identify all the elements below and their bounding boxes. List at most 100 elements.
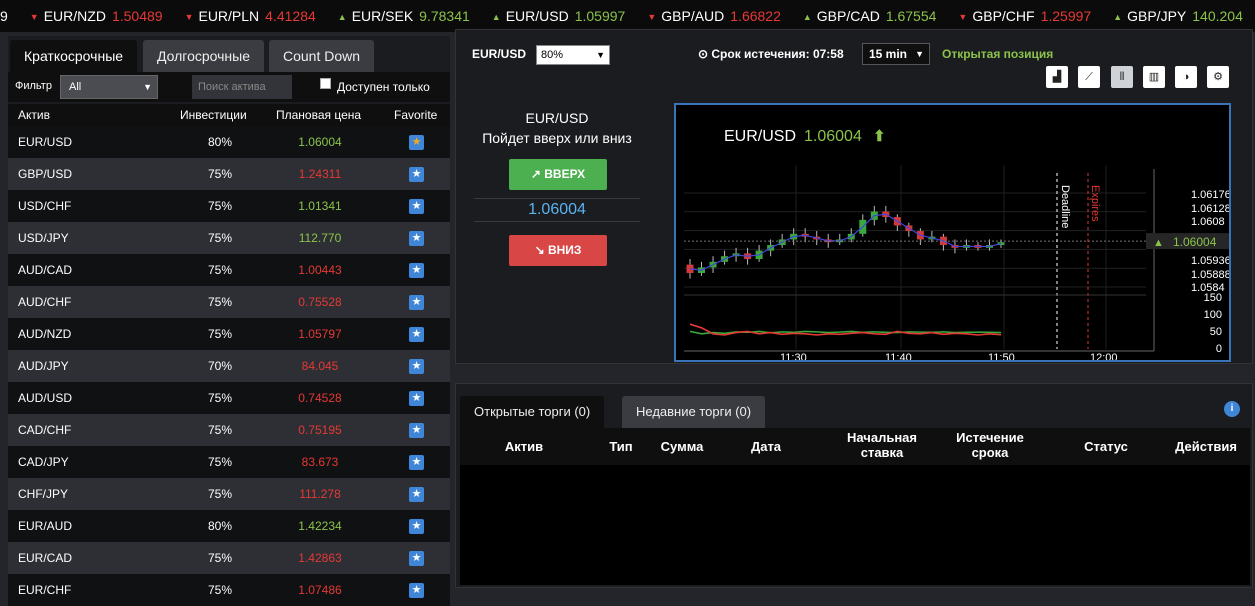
- asset-table-header: Актив Инвестиции Плановая цена Favorite: [8, 104, 450, 126]
- asset-row[interactable]: AUD/NZD 75% 1.05797 ★: [8, 318, 450, 350]
- asset-price: 1.06004: [298, 135, 342, 149]
- open-position-link[interactable]: Открытая позиция: [942, 47, 1053, 61]
- asset-row[interactable]: EUR/AUD 80% 1.42234 ★: [8, 510, 450, 542]
- ticker-item: ▼ GBP/AUD 1.66822: [647, 0, 781, 32]
- asset-investment: 75%: [208, 423, 233, 437]
- bar-chart-icon[interactable]: ▥: [1143, 66, 1165, 88]
- asset-name: AUD/USD: [18, 391, 73, 405]
- asset-row[interactable]: GBP/USD 75% 1.24311 ★: [8, 158, 450, 190]
- asset-name: EUR/CAD: [18, 551, 73, 565]
- available-only-checkbox[interactable]: [320, 78, 331, 89]
- asset-row[interactable]: CAD/CHF 75% 0.75195 ★: [8, 414, 450, 446]
- asset-row[interactable]: CAD/JPY 75% 83.673 ★: [8, 446, 450, 478]
- tab-open-trades[interactable]: Открытые торги (0): [460, 396, 605, 428]
- arrow-down-icon: ▼: [184, 12, 194, 22]
- favorite-star-icon[interactable]: ★: [409, 263, 424, 278]
- ticker-price: 1.50489: [111, 8, 163, 24]
- asset-investment: 75%: [208, 391, 233, 405]
- contrast-icon[interactable]: ◑: [1175, 66, 1197, 88]
- arrow-up-icon: ▲: [337, 12, 347, 22]
- ticker-price: 1.66822: [730, 8, 781, 24]
- asset-row[interactable]: CHF/JPY 75% 111.278 ★: [8, 478, 450, 510]
- clock-icon: ⊙: [698, 47, 712, 61]
- deadline-label: Deadline: [1059, 185, 1071, 228]
- trend-down-icon: ↘: [534, 243, 548, 257]
- favorite-star-icon[interactable]: ★: [409, 327, 424, 342]
- trade-pair: EUR/USD: [525, 110, 589, 126]
- favorite-star-icon[interactable]: ★: [409, 583, 424, 598]
- asset-row[interactable]: AUD/USD 75% 0.74528 ★: [8, 382, 450, 414]
- asset-price: 1.05797: [298, 327, 342, 341]
- term-tabs: Краткосрочные Долгосрочные Count Down: [8, 36, 450, 72]
- header-favorite: Favorite: [394, 108, 438, 122]
- favorite-star-icon[interactable]: ★: [409, 551, 424, 566]
- arrow-up-icon: ▲: [491, 12, 501, 22]
- asset-row[interactable]: USD/JPY 75% 112.770 ★: [8, 222, 450, 254]
- y-tick-label: 1.06176: [1191, 189, 1229, 201]
- ticker-pair: GBP/AUD: [661, 8, 725, 24]
- filter-select[interactable]: All ▼: [60, 75, 158, 99]
- col-date: Дата: [750, 439, 782, 454]
- available-only-label: Доступен только: [337, 80, 430, 94]
- asset-row[interactable]: AUD/CHF 75% 0.75528 ★: [8, 286, 450, 318]
- asset-row[interactable]: USD/CHF 75% 1.01341 ★: [8, 190, 450, 222]
- pair-label: EUR/USD: [472, 47, 527, 61]
- info-icon[interactable]: i: [1224, 401, 1240, 417]
- asset-price: 0.75528: [298, 295, 342, 309]
- osc-tick-label: 150: [1204, 292, 1222, 304]
- favorite-star-icon[interactable]: ★: [409, 135, 424, 150]
- asset-row[interactable]: EUR/CHF 75% 1.07486 ★: [8, 574, 450, 606]
- asset-price: 83.673: [301, 455, 339, 469]
- up-button[interactable]: ↗ ВВЕРХ: [509, 159, 607, 190]
- line-chart-icon[interactable]: ⟋: [1078, 66, 1100, 88]
- header-target-price: Плановая цена: [276, 108, 362, 122]
- favorite-star-icon[interactable]: ★: [409, 167, 424, 182]
- asset-search-input[interactable]: Поиск актива: [192, 75, 292, 99]
- asset-price: 0.75195: [298, 423, 342, 437]
- current-price: 1.06004: [474, 198, 640, 222]
- favorite-star-icon[interactable]: ★: [409, 487, 424, 502]
- trend-up-icon: ↗: [530, 167, 545, 181]
- arrow-up-icon: ▲: [1113, 12, 1123, 22]
- payout-select[interactable]: 80% ▼: [536, 45, 610, 65]
- trade-question: Пойдет вверх или вниз: [482, 130, 632, 146]
- candle-chart-icon[interactable]: ⫴: [1111, 66, 1133, 88]
- y-tick-label: 1.0608: [1191, 216, 1225, 228]
- favorite-star-icon[interactable]: ★: [409, 391, 424, 406]
- ticker-pair: EUR/NZD: [43, 8, 106, 24]
- gear-icon[interactable]: ⚙: [1207, 66, 1229, 88]
- favorite-star-icon[interactable]: ★: [409, 519, 424, 534]
- down-button[interactable]: ↘ ВНИЗ: [509, 235, 607, 266]
- favorite-star-icon[interactable]: ★: [409, 295, 424, 310]
- filter-bar: Фильтр All ▼ Поиск актива Доступен только: [8, 72, 450, 102]
- tab-long-term[interactable]: Долгосрочные: [143, 40, 265, 72]
- favorite-star-icon[interactable]: ★: [409, 199, 424, 214]
- asset-investment: 75%: [208, 583, 233, 597]
- asset-name: GBP/USD: [18, 167, 73, 181]
- tab-short-term[interactable]: Краткосрочные: [10, 40, 138, 72]
- ticker-item: ▲ EUR/SEK 9.78341: [338, 0, 470, 32]
- asset-name: EUR/AUD: [18, 519, 73, 533]
- header-asset: Актив: [18, 108, 50, 122]
- favorite-star-icon[interactable]: ★: [409, 423, 424, 438]
- favorite-star-icon[interactable]: ★: [409, 231, 424, 246]
- chevron-down-icon: ▼: [915, 49, 924, 59]
- ticker-pair: EUR/SEK: [351, 8, 414, 24]
- tab-recent-trades[interactable]: Недавние торги (0): [622, 396, 766, 428]
- asset-row[interactable]: EUR/USD 80% 1.06004 ★: [8, 126, 450, 158]
- expiry-select[interactable]: 15 min ▼: [862, 43, 930, 65]
- tab-count-down[interactable]: Count Down: [269, 40, 375, 72]
- asset-row[interactable]: EUR/CAD 75% 1.42863 ★: [8, 542, 450, 574]
- ticker-bar: 9 ▼ EUR/NZD 1.50489 ▼ EUR/PLN 4.41284 ▲ EUR/SEK 9…: [0, 0, 1255, 32]
- arrow-down-icon: ▼: [647, 12, 657, 22]
- favorite-star-icon[interactable]: ★: [409, 455, 424, 470]
- asset-row[interactable]: AUD/JPY 70% 84.045 ★: [8, 350, 450, 382]
- asset-price: 111.278: [299, 487, 341, 501]
- asset-investment: 75%: [208, 551, 233, 565]
- price-chart[interactable]: EUR/USD 1.06004 ⬆ Deadline Expires 1.06176 1.0…: [674, 103, 1231, 364]
- col-expiry: Истечение срока: [956, 430, 1024, 460]
- asset-row[interactable]: AUD/CAD 75% 1.00443 ★: [8, 254, 450, 286]
- ticker-item: ▲ EUR/USD 1.05997: [492, 0, 626, 32]
- area-chart-icon[interactable]: ▟: [1046, 66, 1068, 88]
- favorite-star-icon[interactable]: ★: [409, 359, 424, 374]
